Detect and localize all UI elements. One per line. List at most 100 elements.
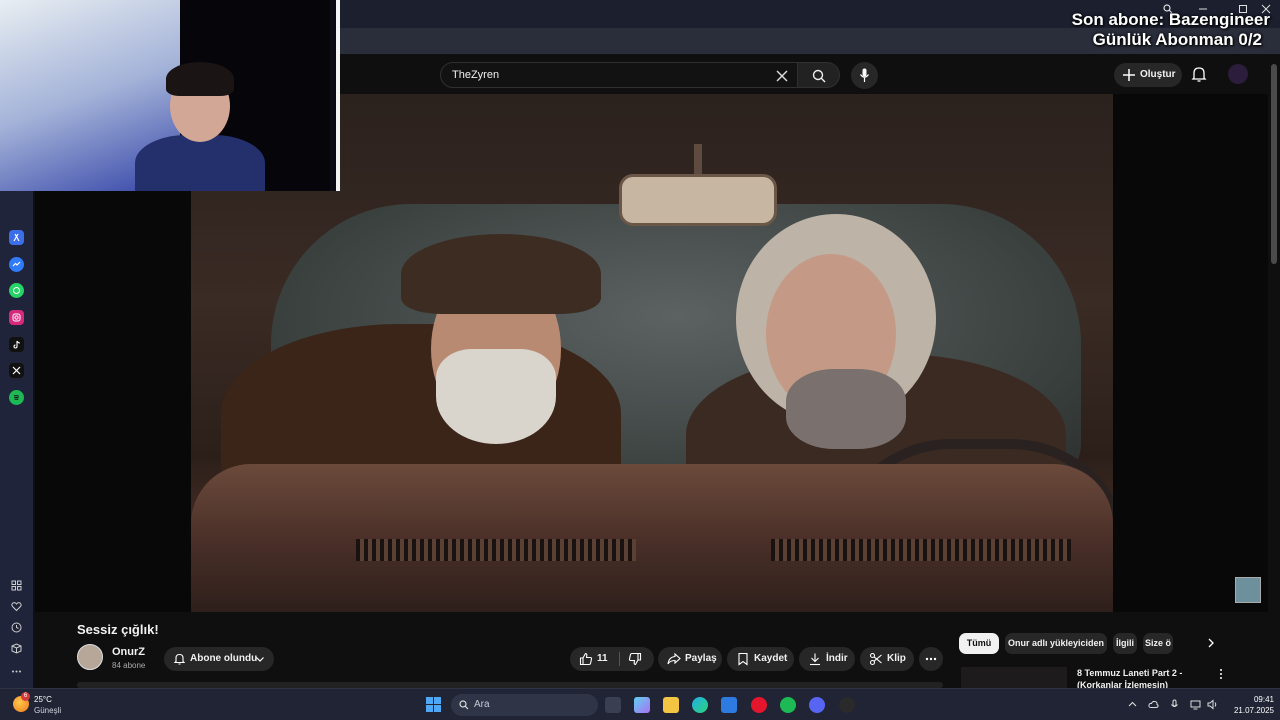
plus-icon	[1123, 69, 1135, 81]
chevron-up-icon[interactable]	[1127, 699, 1138, 710]
like-count[interactable]: 11	[597, 647, 608, 671]
daily-subscription-overlay: Günlük Abonman 0/2	[1092, 30, 1262, 49]
channel-watermark[interactable]	[1235, 577, 1261, 603]
opera-browser-icon[interactable]	[751, 697, 767, 713]
taskbar-search[interactable]: Ara	[451, 694, 598, 716]
download-icon	[810, 653, 820, 666]
x-icon[interactable]	[9, 363, 24, 378]
download-label: İndir	[826, 653, 848, 664]
edge-browser-icon[interactable]	[692, 697, 708, 713]
kebab-menu-icon[interactable]	[1219, 668, 1223, 680]
channel-avatar[interactable]	[77, 644, 103, 670]
like-divider	[619, 652, 620, 666]
search-input[interactable]: TheZyren	[440, 62, 798, 88]
save-button[interactable]: Kaydet	[727, 647, 794, 671]
chevron-down-icon	[256, 657, 264, 662]
scrollbar-thumb[interactable]	[1271, 64, 1277, 264]
video-title: Sessiz çığlık!	[77, 622, 159, 637]
share-button[interactable]: Paylaş	[658, 647, 722, 671]
old-man-hat	[401, 234, 601, 314]
streamer-hair	[166, 62, 234, 96]
spotify-icon[interactable]	[780, 697, 796, 713]
channel-name[interactable]: OnurZ	[112, 646, 145, 658]
car-dashboard	[191, 464, 1113, 612]
old-woman-scarf	[786, 369, 906, 449]
tiktok-icon[interactable]	[9, 337, 24, 352]
subscribed-button[interactable]: Abone olundu	[164, 647, 274, 671]
thumbs-up-icon[interactable]	[579, 652, 593, 666]
rearview-mirror	[619, 174, 777, 226]
clip-button[interactable]: Klip	[860, 647, 914, 671]
clip-label: Klip	[887, 653, 906, 664]
download-button[interactable]: İndir	[799, 647, 855, 671]
like-dislike-group: 11	[570, 647, 654, 671]
video-info-section: Sessiz çığlık! OnurZ 84 abone Abone olun…	[35, 612, 1268, 688]
more-dots-icon[interactable]	[11, 666, 22, 677]
instagram-icon[interactable]	[9, 310, 24, 325]
create-button[interactable]: Oluştur	[1114, 63, 1182, 87]
chip-all[interactable]: Tümü	[959, 633, 999, 654]
webcam-edge	[336, 0, 340, 191]
chip-related[interactable]: İlgili	[1113, 633, 1137, 654]
obs-icon[interactable]	[839, 697, 855, 713]
more-actions-button[interactable]	[919, 647, 943, 671]
weather-description[interactable]: Güneşli	[34, 706, 61, 715]
microphone-icon[interactable]	[1169, 699, 1180, 710]
whatsapp-icon[interactable]	[9, 283, 24, 298]
recommendation-thumbnail[interactable]	[961, 667, 1067, 688]
microsoft-store-icon[interactable]	[721, 697, 737, 713]
clear-search-icon[interactable]	[773, 67, 791, 85]
account-avatar[interactable]	[1228, 64, 1248, 84]
scissors-icon	[869, 652, 882, 666]
chip-from-uploader[interactable]: Onur adlı yükleyiciden	[1005, 633, 1107, 654]
app-store-icon[interactable]	[9, 230, 24, 245]
weather-notification-badge: 6	[21, 692, 30, 701]
share-arrow-icon	[667, 652, 681, 665]
volume-icon[interactable]	[1207, 699, 1218, 710]
notifications-bell-icon[interactable]	[1190, 65, 1208, 83]
bookmark-icon	[738, 652, 748, 666]
display-icon[interactable]	[1190, 699, 1201, 710]
screen: TheZyren Oluştur Son abone: Bazengineer …	[0, 0, 1280, 720]
copilot-icon[interactable]	[634, 697, 650, 713]
chip-for-you[interactable]: Size ö	[1143, 633, 1173, 654]
dashboard-vent-left	[356, 539, 636, 561]
browser-sidebar	[0, 191, 33, 688]
last-subscriber-overlay: Son abone: Bazengineer	[1071, 10, 1270, 29]
streamer-shirt	[135, 135, 265, 191]
microphone-icon	[860, 68, 869, 82]
youtube-header: TheZyren Oluştur	[340, 54, 1280, 94]
create-button-label: Oluştur	[1140, 69, 1176, 80]
page-scrollbar[interactable]	[1268, 54, 1280, 688]
discord-icon[interactable]	[809, 697, 825, 713]
taskbar-search-placeholder: Ara	[474, 699, 490, 710]
box-icon[interactable]	[11, 643, 22, 654]
spotify-icon[interactable]	[9, 390, 24, 405]
recommendation-title[interactable]: 8 Temmuz Laneti Part 2 - (Korkanlar İzle…	[1077, 667, 1197, 688]
search-icon	[812, 69, 826, 83]
windows-taskbar: 6 25°C Güneşli Ara 09:41 21.07.2025	[0, 688, 1280, 720]
save-label: Kaydet	[754, 653, 788, 664]
subscribed-label: Abone olundu	[190, 653, 258, 664]
apps-grid-icon[interactable]	[11, 580, 22, 591]
voice-search-button[interactable]	[851, 62, 878, 89]
clock-time: 09:41	[1253, 695, 1274, 704]
streamer-webcam	[0, 0, 340, 191]
task-view-icon[interactable]	[605, 697, 621, 713]
messenger-icon[interactable]	[9, 257, 24, 272]
bell-icon	[173, 653, 186, 665]
taskbar-clock[interactable]: 09:41 21.07.2025	[1228, 694, 1274, 716]
cloud-icon[interactable]	[1148, 699, 1159, 710]
more-horizontal-icon	[925, 657, 937, 661]
weather-temperature[interactable]: 25°C	[34, 695, 52, 704]
search-input-value: TheZyren	[452, 69, 500, 81]
windows-start-icon[interactable]	[426, 697, 441, 712]
chevron-right-icon[interactable]	[1205, 637, 1217, 649]
heart-icon[interactable]	[11, 601, 22, 612]
thumbs-down-icon[interactable]	[628, 652, 642, 666]
file-explorer-icon[interactable]	[663, 697, 679, 713]
search-button[interactable]	[798, 62, 840, 88]
history-icon[interactable]	[11, 622, 22, 633]
clock-date: 21.07.2025	[1233, 706, 1274, 715]
channel-subscriber-count: 84 abone	[112, 661, 146, 670]
